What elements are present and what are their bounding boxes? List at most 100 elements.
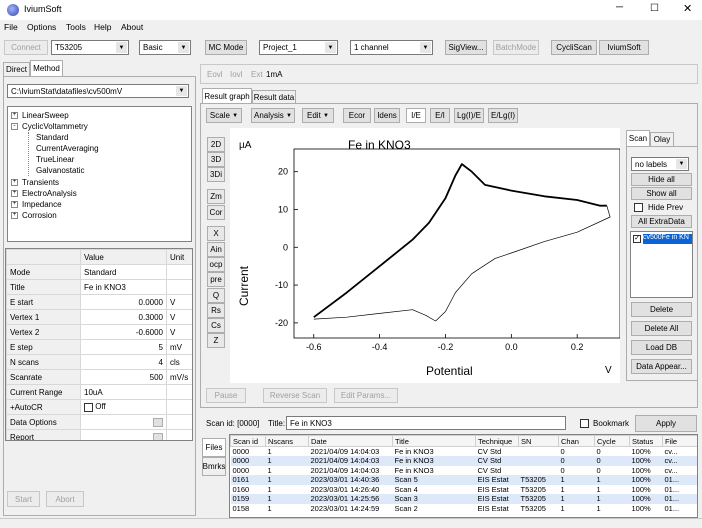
batchmode-button[interactable]: BatchMode bbox=[493, 40, 539, 55]
cor-button[interactable]: Cor bbox=[207, 205, 225, 220]
table-row[interactable]: 0158 1 2023/03/01 14:24:59 Scan 2 EIS Estat T… bbox=[231, 504, 698, 514]
all-extradata-button[interactable]: All ExtraData bbox=[631, 215, 692, 228]
param-value[interactable]: Standard bbox=[80, 264, 167, 280]
tab-files[interactable]: Files bbox=[202, 438, 226, 457]
ocp-button[interactable]: ocp bbox=[207, 257, 225, 272]
table-row[interactable]: 0159 1 2023/03/01 14:25:56 Scan 3 EIS Estat T… bbox=[230, 494, 697, 504]
tab-result-data[interactable]: Result data bbox=[252, 90, 296, 103]
connect-button[interactable]: Connect bbox=[4, 40, 48, 55]
column-header[interactable]: Chan bbox=[558, 435, 595, 447]
param-value[interactable] bbox=[80, 429, 167, 440]
table-row[interactable]: 0000 1 2021/04/09 14:04:03 Fe in KNO3 CV Std… bbox=[231, 466, 698, 476]
param-value[interactable] bbox=[80, 414, 167, 430]
scan-title-input[interactable] bbox=[286, 416, 566, 430]
table-row[interactable]: 0160 1 2023/03/01 14:26:40 Scan 4 EIS Estat T… bbox=[231, 485, 698, 495]
z-button[interactable]: Z bbox=[207, 333, 225, 348]
e-vs-i-button[interactable]: E/I bbox=[430, 108, 450, 123]
column-header[interactable]: File bbox=[662, 435, 697, 447]
autocr-checkbox[interactable] bbox=[84, 402, 93, 412]
log-i-vs-e-button[interactable]: Lg(I)/E bbox=[454, 108, 484, 123]
column-header[interactable]: Nscans bbox=[265, 435, 309, 447]
param-value[interactable]: 5 bbox=[80, 339, 167, 355]
abort-button[interactable]: Abort bbox=[46, 491, 84, 507]
tree-item-impedance[interactable]: Impedance bbox=[22, 200, 62, 209]
tree-expander-icon[interactable]: + bbox=[11, 201, 18, 208]
method-path-select[interactable]: C:\IviumStat\datafiles\cv500mV ▼ bbox=[7, 84, 189, 98]
show-all-button[interactable]: Show all bbox=[631, 187, 692, 200]
mode-level-select[interactable]: Basic ▼ bbox=[139, 40, 191, 55]
analysis-menu-button[interactable]: Analysis ▼ bbox=[251, 108, 295, 123]
reverse-scan-button[interactable]: Reverse Scan bbox=[263, 388, 327, 403]
data-options-button[interactable] bbox=[153, 418, 163, 427]
param-value[interactable]: 0.0000 bbox=[80, 294, 167, 310]
scan-list-item[interactable]: cv500Fe in KN bbox=[643, 234, 692, 244]
hide-prev-checkbox[interactable] bbox=[634, 203, 643, 212]
tree-item-corrosion[interactable]: Corrosion bbox=[22, 211, 57, 220]
tab-method[interactable]: Method bbox=[30, 60, 63, 76]
column-header[interactable]: Date bbox=[308, 435, 393, 447]
tab-direct[interactable]: Direct bbox=[3, 62, 30, 76]
e-vs-log-i-button[interactable]: E/Lg(I) bbox=[488, 108, 518, 123]
tree-item-galvanostatic[interactable]: Galvanostatic bbox=[36, 166, 84, 175]
x-button[interactable]: X bbox=[207, 226, 225, 241]
zoom-button[interactable]: Zm bbox=[207, 189, 225, 204]
close-icon[interactable]: ✕ bbox=[683, 2, 692, 15]
param-value[interactable]: 10uA bbox=[80, 384, 167, 400]
view-2d-button[interactable]: 2D bbox=[207, 137, 225, 152]
tab-bookmarks[interactable]: Bmrks bbox=[202, 457, 226, 476]
tree-item-cyclicvoltammetry[interactable]: CyclicVoltammetry bbox=[22, 122, 88, 131]
column-header[interactable]: Scan id bbox=[230, 435, 266, 447]
channel-select[interactable]: 1 channel ▼ bbox=[350, 40, 433, 55]
tab-result-graph[interactable]: Result graph bbox=[202, 88, 252, 103]
minimize-icon[interactable]: ─ bbox=[616, 2, 623, 13]
scan-item-checkbox[interactable]: ✓ bbox=[633, 235, 641, 243]
param-value[interactable]: Fe in KNO3 bbox=[80, 279, 167, 295]
tab-scan[interactable]: Scan bbox=[626, 130, 650, 146]
column-header[interactable]: Technique bbox=[475, 435, 519, 447]
menu-about[interactable]: About bbox=[121, 22, 143, 32]
column-header[interactable]: SN bbox=[518, 435, 559, 447]
labels-select[interactable]: no labels ▼ bbox=[631, 157, 689, 171]
rs-button[interactable]: Rs bbox=[207, 303, 225, 318]
table-row[interactable]: 0161 1 2023/03/01 14:40:36 Scan 5 EIS Estat T… bbox=[230, 475, 697, 485]
tree-item-truelinear[interactable]: TrueLinear bbox=[36, 155, 74, 164]
project-select[interactable]: Project_1 ▼ bbox=[259, 40, 338, 55]
scale-menu-button[interactable]: Scale ▼ bbox=[206, 108, 242, 123]
column-header[interactable]: Cycle bbox=[594, 435, 630, 447]
param-value[interactable]: 4 bbox=[80, 354, 167, 370]
cyclicscan-button[interactable]: CycliScan bbox=[551, 40, 597, 55]
tree-item-transients[interactable]: Transients bbox=[22, 178, 59, 187]
ain-button[interactable]: Ain bbox=[207, 242, 225, 257]
menu-help[interactable]: Help bbox=[94, 22, 111, 32]
tree-item-electroanalysis[interactable]: ElectroAnalysis bbox=[22, 189, 77, 198]
menu-tools[interactable]: Tools bbox=[66, 22, 86, 32]
tree-item-standard[interactable]: Standard bbox=[36, 133, 68, 142]
device-select[interactable]: T53205 ▼ bbox=[51, 40, 129, 55]
q-button[interactable]: Q bbox=[207, 288, 225, 303]
data-appear-button[interactable]: Data Appear... bbox=[631, 359, 692, 374]
menu-options[interactable]: Options bbox=[27, 22, 56, 32]
report-button[interactable] bbox=[153, 433, 163, 440]
cs-button[interactable]: Cs bbox=[207, 318, 225, 333]
pre-button[interactable]: pre bbox=[207, 272, 225, 287]
tab-olay[interactable]: Olay bbox=[650, 132, 674, 146]
menu-file[interactable]: File bbox=[4, 22, 18, 32]
tree-expander-icon[interactable]: + bbox=[11, 212, 18, 219]
edit-menu-button[interactable]: Edit ▼ bbox=[302, 108, 334, 123]
table-row[interactable]: 0000 1 2021/04/09 14:04:03 Fe in KNO3 CV Std… bbox=[231, 447, 698, 457]
param-value[interactable]: -0.6000 bbox=[80, 324, 167, 340]
delete-all-button[interactable]: Delete All bbox=[631, 321, 692, 336]
view-3d-button[interactable]: 3D bbox=[207, 152, 225, 167]
tree-expander-icon[interactable]: + bbox=[11, 179, 18, 186]
hide-all-button[interactable]: Hide all bbox=[631, 173, 692, 186]
view-3di-button[interactable]: 3Di bbox=[207, 167, 225, 182]
i-vs-e-button[interactable]: I/E bbox=[406, 108, 426, 123]
pause-button[interactable]: Pause bbox=[206, 388, 246, 403]
tree-expander-icon[interactable]: + bbox=[11, 112, 18, 119]
load-db-button[interactable]: Load DB bbox=[631, 340, 692, 355]
idens-button[interactable]: Idens bbox=[374, 108, 400, 123]
tree-expander-icon[interactable]: - bbox=[11, 123, 18, 130]
ecor-button[interactable]: Ecor bbox=[343, 108, 371, 123]
apply-button[interactable]: Apply bbox=[635, 415, 697, 432]
cv-plot[interactable]: Fe in KNO3 µA Potential V Current -0.6 -0… bbox=[230, 128, 620, 383]
